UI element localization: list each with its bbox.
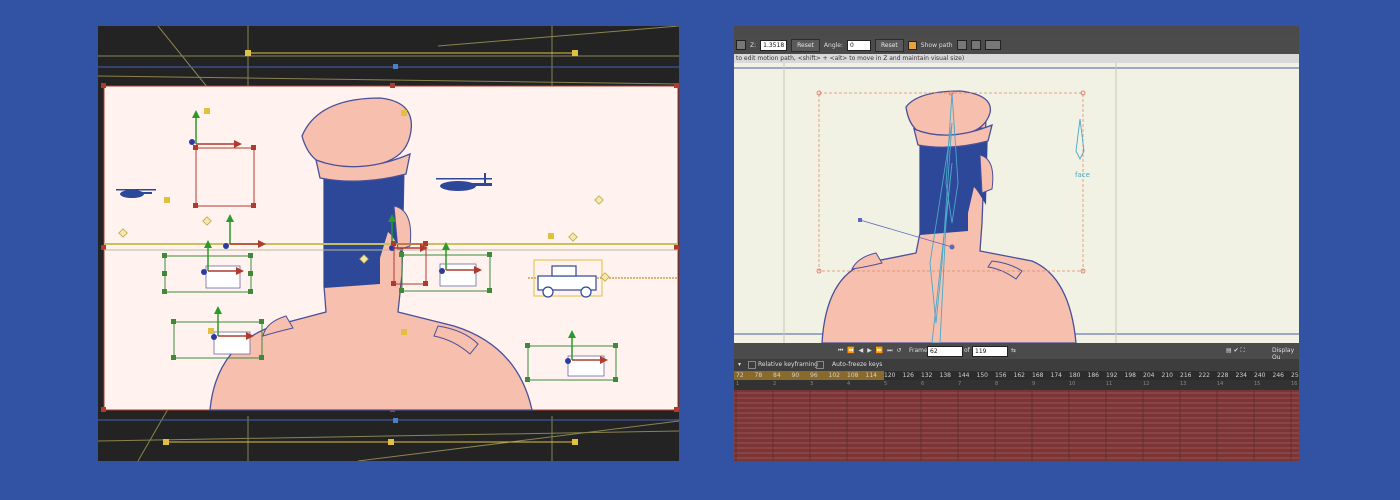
show-path-label: Show path [920,41,953,49]
sub-tick-label: 15 [1254,381,1261,387]
frame-field[interactable]: 62 [927,346,963,357]
auto-freeze-label: Auto-freeze keys [832,361,883,368]
frame-ruler[interactable]: 72 78 84 90 96 102 108 114 120 126 132 138 144 150 156… [734,371,1299,380]
ruler-tick-label: 168 [1032,372,1044,379]
collapse-arrow-icon[interactable]: ▾ [738,361,741,368]
ruler-tick-label: 102 [828,372,840,379]
motion-path-point[interactable] [858,218,862,222]
timeline-tracks[interactable] [734,390,1299,461]
sub-tick-label: 14 [1217,381,1224,387]
ruler-tick-label: 84 [773,372,781,379]
z-value-field[interactable]: 1.3518 [760,39,788,51]
keyframe-options-bar: ▾ Relative keyframing Auto-freeze keys [734,359,1299,371]
angle-label: Angle: [823,41,844,49]
officer-character-view[interactable] [821,90,1077,343]
sub-tick-label: 3 [810,381,814,387]
ruler-tick-label: 210 [1161,372,1173,379]
scene-editor-panel[interactable] [98,26,679,461]
top-center-handle[interactable] [393,64,398,69]
ruler-tick-label: 222 [1198,372,1210,379]
sub-tick-label: 4 [847,381,851,387]
relative-keyframing-label: Relative keyframing [758,361,818,368]
sub-tick-label: 11 [1106,381,1113,387]
playback-bar: ⏮ ⏪ ◀ ▶ ⏩ ⏭ ↺ Frame 62 of 119 ⇆ ▤ ✔ ⛶ Di… [734,343,1299,361]
ruler-tick-label: 186 [1087,372,1099,379]
sub-tick-label: 2 [773,381,777,387]
ruler-tick-label: 150 [976,372,988,379]
ruler-tick-label: 90 [791,372,800,379]
z-label: Z: [750,41,757,49]
ruler-tick-label: 246 [1272,372,1284,379]
toolbar-option-icon-2[interactable] [970,40,981,50]
ruler-tick-label: 252 [1291,372,1299,379]
frame-label: Frame [909,347,928,354]
sub-tick-label: 1 [736,381,740,387]
peg-label-face: face [1075,171,1090,179]
angle-value-field[interactable]: 0 [847,39,872,51]
ruler-tick-label: 216 [1180,372,1192,379]
sub-tick-label: 6 [921,381,925,387]
toolbar-dropdown-icon[interactable] [984,40,1001,50]
sub-tick-label: 16 [1291,381,1298,387]
playback-controls[interactable]: ⏮ ⏪ ◀ ▶ ⏩ ⏭ ↺ [838,347,902,355]
ruler-tick-label: 138 [939,372,951,379]
of-label: of [964,347,970,354]
sub-tick-label: 7 [958,381,962,387]
bottom-center-handle[interactable] [393,418,398,423]
ruler-tick-label: 72 [736,372,744,379]
ruler-tick-label: 108 [847,372,859,379]
timeline-grid [734,390,1299,461]
sub-ruler: 123456789101112131415161718192021 [734,380,1299,390]
ruler-tick-label: 174 [1050,372,1062,379]
ruler-tick-label: 156 [995,372,1007,379]
reset-z-button[interactable]: Reset [791,38,820,52]
ruler-tick-label: 114 [865,372,877,379]
ruler-tick-label: 78 [754,372,763,379]
toolbar-option-icon-1[interactable] [956,40,967,50]
ruler-tick-label: 132 [921,372,933,379]
auto-freeze-checkbox[interactable] [816,361,824,369]
officer-ear-view [979,154,994,194]
ruler-tick-label: 204 [1143,372,1155,379]
ruler-tick-label: 228 [1217,372,1229,379]
show-path-checkbox[interactable] [907,40,917,50]
sub-tick-label: 8 [995,381,999,387]
sub-tick-label: 9 [1032,381,1036,387]
toolbar-mode-icon[interactable] [736,40,746,50]
pivot-point[interactable] [949,244,955,250]
sub-tick-label: 13 [1180,381,1187,387]
camera-view-canvas[interactable]: face [734,63,1299,343]
ruler-tick-label: 162 [1013,372,1025,379]
relative-keyframing-checkbox[interactable] [748,361,756,369]
ruler-tick-label: 126 [902,372,914,379]
ruler-tick-label: 198 [1124,372,1136,379]
scene-editor-canvas[interactable] [98,26,679,461]
camera-view-stage[interactable]: face [734,63,1299,343]
ruler-tick-label: 234 [1235,372,1247,379]
ruler-tick-label: 96 [810,372,818,379]
total-frames-field[interactable]: 119 [972,346,1008,357]
loop-icon[interactable]: ⇆ [1011,347,1016,354]
transform-toolbar: Z: 1.3518 Reset Angle: 0 Reset Show path [734,36,1299,54]
sub-tick-label: 10 [1069,381,1076,387]
ruler-tick-label: 120 [884,372,896,379]
tool-hint-text: to edit motion path, <shift> + <alt> to … [734,54,1299,63]
sub-tick-label: 5 [884,381,888,387]
reset-angle-button[interactable]: Reset [875,38,904,52]
sub-tick-label: 12 [1143,381,1150,387]
ruler-tick-label: 192 [1106,372,1118,379]
display-options-icon[interactable]: ▤ ✔ ⛶ [1226,347,1245,355]
ruler-tick-label: 144 [958,372,970,379]
camera-view-panel[interactable]: Z: 1.3518 Reset Angle: 0 Reset Show path… [734,26,1299,461]
ruler-tick-label: 240 [1254,372,1266,379]
ruler-tick-label: 180 [1069,372,1081,379]
